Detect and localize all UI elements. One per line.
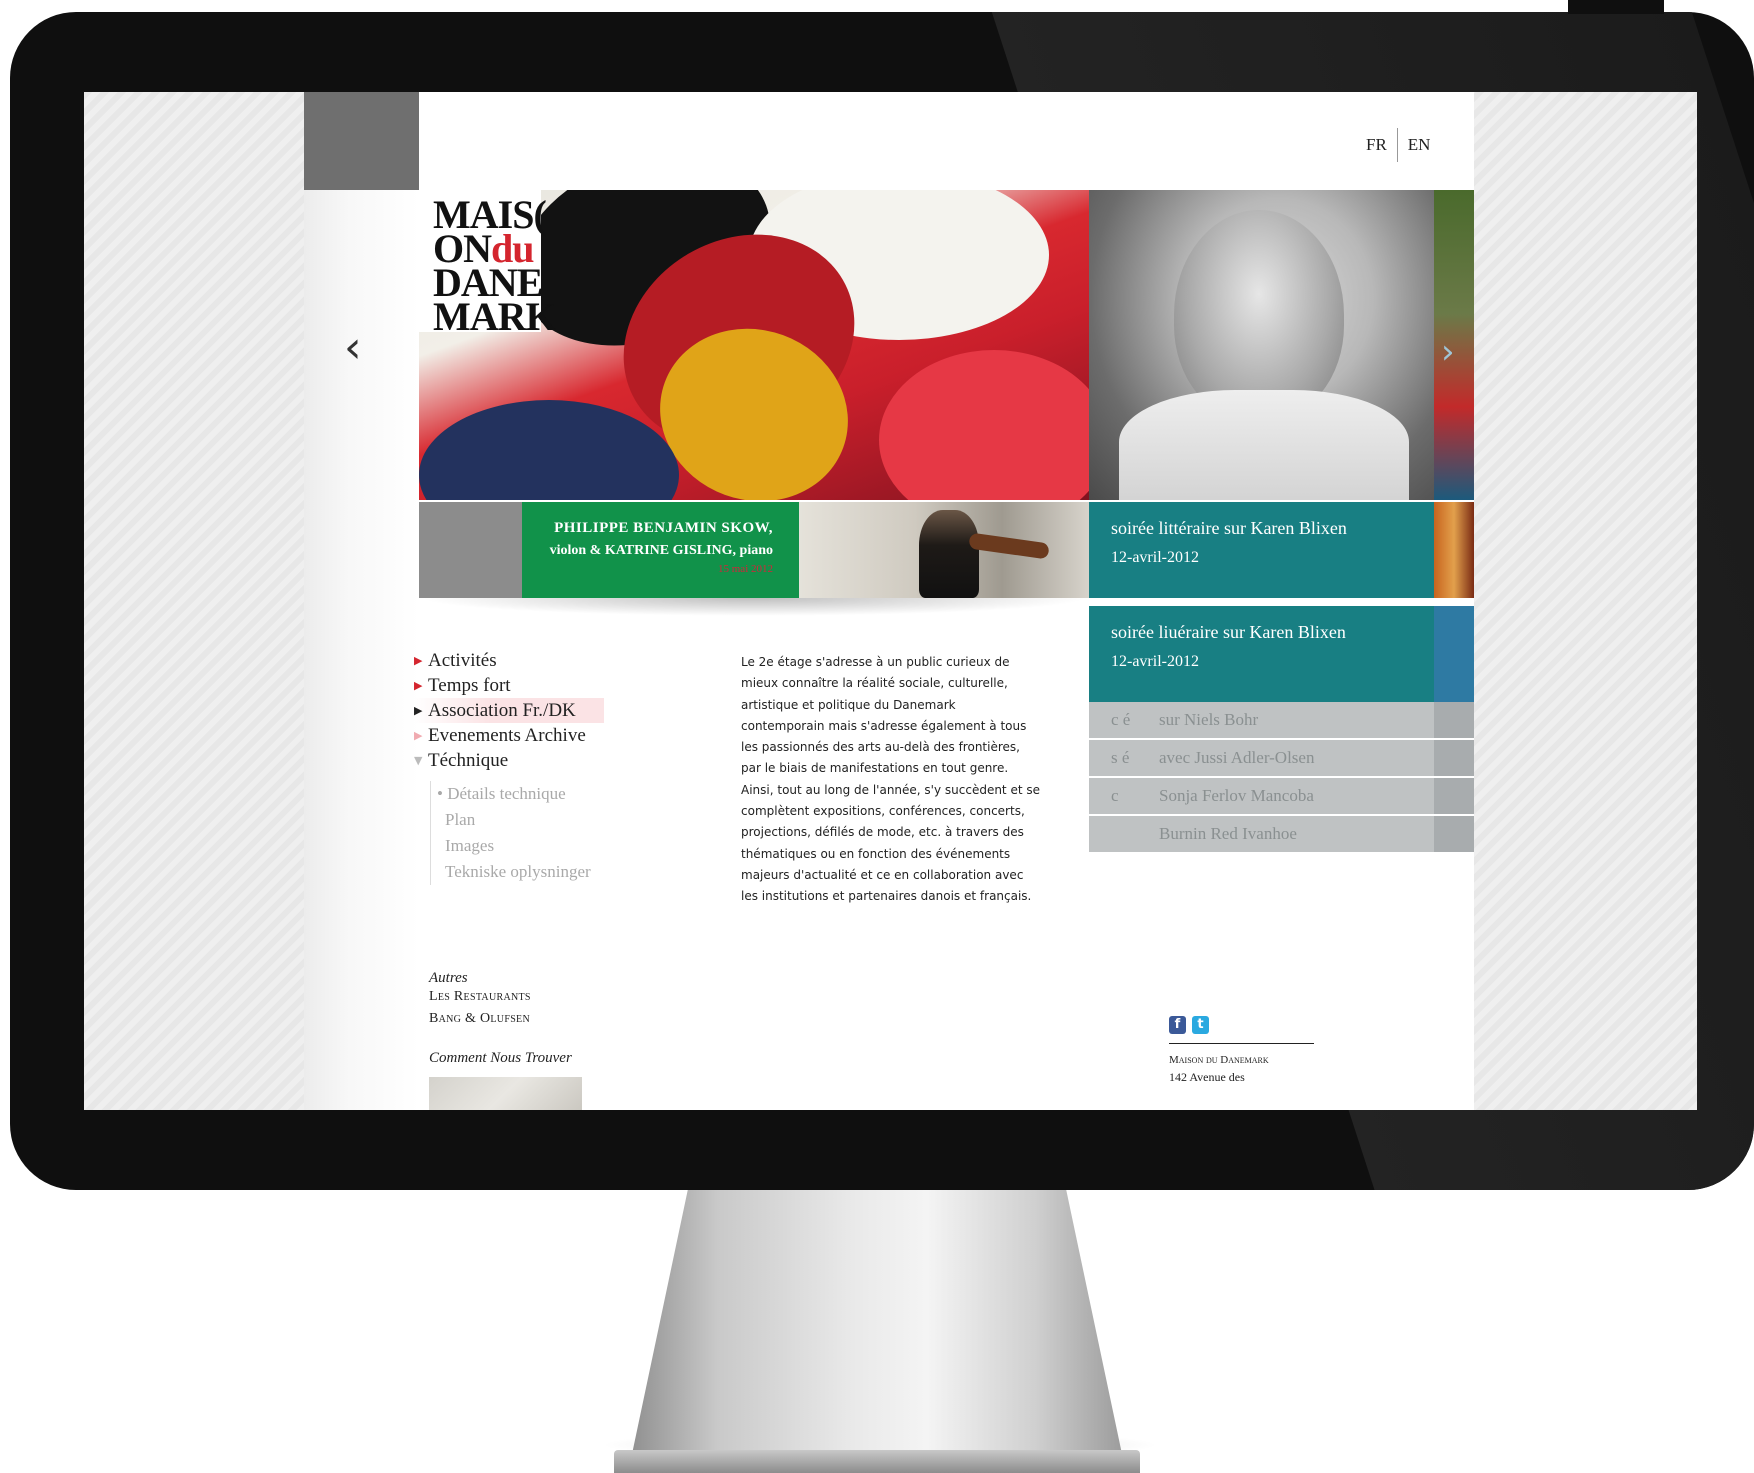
- website-page: FR EN MAIS( ONdu DANE MARK ‹ › PHILIPPE …: [304, 92, 1474, 1110]
- event-row[interactable]: c Sonja Ferlov Mancoba: [1089, 778, 1474, 814]
- lang-en-link[interactable]: EN: [1408, 135, 1431, 155]
- nav-item-label: Evenements Archive: [428, 725, 586, 746]
- hero-image-portrait[interactable]: [1089, 190, 1434, 500]
- concert-title: PHILIPPE BENJAMIN SKOW,: [554, 520, 773, 536]
- facebook-icon[interactable]: f: [1169, 1016, 1186, 1034]
- event-row-prefix: c é: [1111, 710, 1131, 729]
- sub-nav-item[interactable]: Images: [437, 833, 604, 859]
- logo-line-4: MARK: [433, 294, 557, 339]
- concert-date: 15 mai 2012: [718, 563, 773, 575]
- language-switch: FR EN: [1366, 128, 1430, 162]
- event-list: soirée liuéraire sur Karen Blixen 12-avr…: [1089, 606, 1474, 854]
- event-row[interactable]: c é sur Niels Bohr: [1089, 702, 1474, 738]
- event-row-label: Sonja Ferlov Mancoba: [1159, 786, 1314, 805]
- violinist-photo[interactable]: [799, 502, 1089, 598]
- blixen-title: soirée littéraire sur Karen Blixen: [1111, 518, 1347, 538]
- blixen-date: 12-avril-2012: [1111, 549, 1199, 566]
- event-row-edge: [1434, 816, 1474, 852]
- autres-links: Autres Les Restaurants Bang & Olufsen: [429, 970, 531, 1027]
- event-row-edge: [1434, 778, 1474, 814]
- nav-item-label: Association Fr./DK: [428, 700, 576, 721]
- monitor-stand-neck: [628, 1190, 1126, 1473]
- blixen-caption[interactable]: soirée littéraire sur Karen Blixen 12-av…: [1089, 502, 1434, 598]
- main-nav: ▶ Activités ▶ Temps fort ▶ Association F…: [414, 648, 604, 885]
- triangle-down-icon: ▼: [414, 754, 423, 767]
- monitor-corner: [1568, 0, 1664, 14]
- violinist-figure: [919, 510, 979, 598]
- event-featured[interactable]: soirée liuéraire sur Karen Blixen 12-avr…: [1089, 606, 1474, 702]
- triangle-right-icon: ▶: [414, 654, 423, 667]
- chevron-left-icon[interactable]: ‹: [344, 322, 362, 373]
- autres-link-bang-olufsen[interactable]: Bang & Olufsen: [429, 1011, 531, 1027]
- event-row-label: avec Jussi Adler-Olsen: [1159, 748, 1315, 767]
- autres-header: Autres: [429, 970, 468, 986]
- triangle-right-icon: ▶: [414, 679, 423, 692]
- footer-org-name: Maison du Danemark: [1169, 1054, 1269, 1066]
- concert-caption[interactable]: PHILIPPE BENJAMIN SKOW, violon & KATRINE…: [522, 502, 799, 598]
- banner-next-preview: [1434, 502, 1474, 598]
- event-row-label: Burnin Red Ivanhoe: [1159, 824, 1297, 843]
- nav-item-label: Téchnique: [428, 750, 509, 771]
- triangle-right-icon: ▶: [414, 704, 423, 717]
- sub-nav: • Détails technique Plan Images Tekniske…: [430, 781, 604, 885]
- nav-item-technique[interactable]: ▼ Téchnique: [414, 748, 604, 773]
- event-row-prefix: c: [1111, 786, 1119, 805]
- banner-gray-block: [419, 502, 522, 598]
- concert-subtitle: violon & KATRINE GISLING, piano: [549, 543, 773, 558]
- triangle-right-icon: ▶: [414, 729, 423, 742]
- site-logo[interactable]: MAIS( ONdu DANE MARK: [419, 190, 557, 339]
- event-featured-title: soirée liuéraire sur Karen Blixen: [1111, 622, 1346, 642]
- lang-separator: [1396, 128, 1398, 162]
- nav-item-evenements-archive[interactable]: ▶ Evenements Archive: [414, 723, 604, 748]
- event-row[interactable]: Burnin Red Ivanhoe: [1089, 816, 1474, 852]
- header-gray-block: [304, 92, 419, 190]
- social-links: f t: [1169, 1016, 1209, 1034]
- sub-nav-item[interactable]: Tekniske oplysninger: [437, 859, 604, 885]
- nav-item-temps-fort[interactable]: ▶ Temps fort: [414, 673, 604, 698]
- portrait-figure: [1174, 210, 1344, 420]
- event-banner: PHILIPPE BENJAMIN SKOW, violon & KATRINE…: [419, 502, 1474, 598]
- footer-address: 142 Avenue des: [1169, 1070, 1245, 1084]
- sub-nav-item[interactable]: • Détails technique: [437, 781, 604, 807]
- nav-item-label: Temps fort: [428, 675, 511, 696]
- event-row[interactable]: s é avec Jussi Adler-Olsen: [1089, 740, 1474, 776]
- monitor-stand-base: [614, 1450, 1140, 1473]
- twitter-icon[interactable]: t: [1192, 1016, 1209, 1034]
- hero-shape: [419, 400, 679, 500]
- autres-link-restaurants[interactable]: Les Restaurants: [429, 989, 531, 1005]
- find-us-heading[interactable]: Comment Nous Trouver: [429, 1050, 572, 1067]
- event-row-edge: [1434, 740, 1474, 776]
- event-featured-date: 12-avril-2012: [1111, 653, 1199, 670]
- intro-paragraph: Le 2e étage s'adresse à un public curieu…: [741, 655, 1040, 904]
- event-row-edge: [1434, 702, 1474, 738]
- chevron-right-icon[interactable]: ›: [1441, 332, 1455, 372]
- nav-item-activites[interactable]: ▶ Activités: [414, 648, 604, 673]
- nav-item-association[interactable]: ▶ Association Fr./DK: [414, 698, 604, 723]
- portrait-shirt: [1119, 390, 1409, 500]
- hero-shape: [879, 350, 1089, 500]
- nav-item-label: Activités: [428, 650, 497, 671]
- event-row-prefix: s é: [1111, 748, 1130, 767]
- map-thumbnail[interactable]: [429, 1077, 582, 1110]
- banner-shadow: [419, 598, 1089, 616]
- lang-fr-link[interactable]: FR: [1366, 135, 1387, 155]
- violin-shape: [968, 532, 1050, 560]
- event-featured-edge: [1434, 606, 1474, 702]
- monitor-screen: FR EN MAIS( ONdu DANE MARK ‹ › PHILIPPE …: [84, 92, 1697, 1110]
- event-row-label: sur Niels Bohr: [1159, 710, 1259, 729]
- footer-divider: [1169, 1043, 1314, 1044]
- sub-nav-item[interactable]: Plan: [437, 807, 604, 833]
